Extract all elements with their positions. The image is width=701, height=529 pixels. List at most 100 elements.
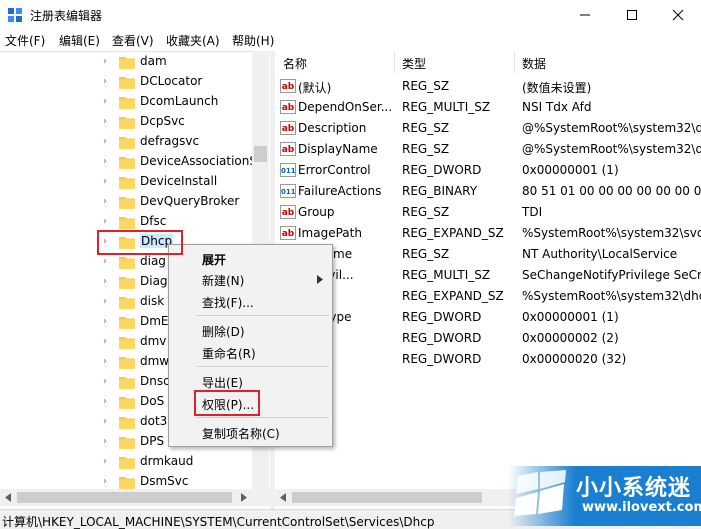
folder-icon — [119, 177, 135, 189]
tree-item[interactable]: › DCLocator — [0, 72, 252, 92]
value-row[interactable]: 011REG_DWORD0x00000020 (32) — [275, 349, 701, 370]
expand-arrow-icon[interactable]: › — [103, 116, 113, 128]
minimize-button[interactable] — [562, 0, 608, 30]
value-data: NT Authority\LocalService — [522, 247, 678, 261]
menu-edit[interactable]: 编辑(E) — [59, 32, 100, 49]
folder-icon — [119, 437, 135, 449]
column-header-name[interactable]: 名称 — [275, 51, 395, 73]
tree-item[interactable]: › Dfsc — [0, 212, 252, 232]
folder-icon — [119, 397, 135, 409]
scroll-corner — [252, 489, 269, 506]
value-name: (默认) — [298, 81, 332, 95]
value-row[interactable]: ab Description REG_SZ @%SystemRoot%\system3… — [275, 118, 701, 139]
scroll-left-icon[interactable] — [279, 493, 287, 502]
value-data: 0x00000002 (2) — [522, 331, 619, 345]
value-row[interactable]: ab DisplayName REG_SZ @%SystemRoot%\system3… — [275, 139, 701, 160]
values-list[interactable]: 名称 类型 数据 ab (默认) REG_SZ (数值未设置) ab DependOnSe… — [275, 51, 701, 489]
string-value-icon: ab — [280, 121, 296, 135]
value-row[interactable]: ab DependOnSer... REG_MULTI_SZ NSI Tdx Afd — [275, 97, 701, 118]
maximize-icon — [627, 10, 637, 20]
tree-item[interactable]: › DeviceAssociationS — [0, 152, 257, 172]
expand-arrow-icon[interactable]: › — [103, 136, 113, 148]
column-header-data[interactable]: 数据 — [515, 51, 701, 73]
expand-arrow-icon[interactable]: › — [103, 56, 113, 68]
folder-icon — [119, 257, 135, 269]
expand-arrow-icon[interactable]: › — [103, 216, 113, 228]
value-type: REG_DWORD — [402, 352, 482, 366]
current-key-path: 计算机\HKEY_LOCAL_MACHINE\SYSTEM\CurrentCon… — [2, 515, 435, 529]
expand-arrow-icon[interactable]: › — [103, 476, 113, 488]
scroll-left-icon[interactable] — [4, 493, 12, 502]
menu-view[interactable]: 查看(V) — [112, 32, 154, 49]
value-row[interactable]: 011REG_DWORD0x00000002 (2) — [275, 328, 701, 349]
value-row[interactable]: 011 FailureActions REG_BINARY 80 51 01 00 0… — [275, 181, 701, 202]
folder-icon — [119, 57, 135, 69]
menu-item-export[interactable]: 导出(E) — [202, 374, 243, 391]
scroll-thumb[interactable] — [292, 492, 482, 503]
expand-arrow-icon[interactable]: › — [103, 356, 113, 368]
expand-arrow-icon[interactable]: › — [103, 376, 113, 388]
value-data: NSI Tdx Afd — [522, 100, 592, 114]
expand-arrow-icon[interactable]: › — [103, 416, 113, 428]
tree-item[interactable]: › DcomLaunch — [0, 92, 252, 112]
value-row[interactable]: 011 ErrorControl REG_DWORD 0x00000001 (1) — [275, 160, 701, 181]
menu-item-find[interactable]: 查找(F)... — [202, 294, 254, 311]
close-button[interactable] — [655, 0, 701, 30]
tree-horizontal-scrollbar[interactable] — [0, 489, 270, 506]
expand-arrow-icon[interactable]: › — [103, 396, 113, 408]
value-data: @%SystemRoot%\system32\dh — [522, 142, 701, 156]
value-name: ErrorControl — [298, 163, 371, 177]
string-value-icon: ab — [280, 79, 296, 93]
expand-arrow-icon[interactable]: › — [103, 276, 113, 288]
expand-arrow-icon[interactable]: › — [103, 296, 113, 308]
menu-item-copy-key-name[interactable]: 复制项名称(C) — [202, 425, 280, 442]
value-type: REG_MULTI_SZ — [402, 268, 491, 282]
value-name: ImagePath — [298, 226, 362, 240]
expand-arrow-icon[interactable]: › — [103, 436, 113, 448]
tree-item-label: disk — [140, 294, 165, 308]
expand-arrow-icon[interactable]: › — [103, 196, 113, 208]
menu-item-new[interactable]: 新建(N) — [202, 272, 244, 289]
tree-item[interactable]: › DevQueryBroker — [0, 192, 252, 212]
tree-item[interactable]: › dam — [0, 52, 252, 72]
folder-icon — [119, 197, 135, 209]
watermark-logo-icon — [514, 470, 566, 516]
menu-item-delete[interactable]: 删除(D) — [202, 323, 245, 340]
tree-item[interactable]: › drmkaud — [0, 452, 252, 472]
value-type: REG_EXPAND_SZ — [402, 289, 504, 303]
value-type: REG_SZ — [402, 142, 450, 156]
scroll-thumb[interactable] — [17, 492, 232, 503]
value-row[interactable]: ab Group REG_SZ TDI — [275, 202, 701, 223]
expand-arrow-icon[interactable]: › — [103, 336, 113, 348]
menu-item-expand[interactable]: 展开 — [202, 251, 226, 268]
tree-item[interactable]: › DcpSvc — [0, 112, 252, 132]
value-row[interactable]: abectNameREG_SZNT Authority\LocalService — [275, 244, 701, 265]
tree-item[interactable]: › DeviceInstall — [0, 172, 252, 192]
tree-item[interactable]: › defragsvc — [0, 132, 252, 152]
value-row[interactable]: abeDllREG_EXPAND_SZ%SystemRoot%\system32… — [275, 286, 701, 307]
value-row[interactable]: 011eSidTypeREG_DWORD0x00000001 (1) — [275, 307, 701, 328]
scroll-thumb[interactable] — [254, 146, 267, 162]
expand-arrow-icon[interactable]: › — [103, 96, 113, 108]
menu-favorites[interactable]: 收藏夹(A) — [166, 32, 220, 49]
expand-arrow-icon[interactable]: › — [103, 76, 113, 88]
expand-arrow-icon[interactable]: › — [103, 176, 113, 188]
value-row[interactable]: ab (默认) REG_SZ (数值未设置) — [275, 76, 701, 97]
expand-arrow-icon[interactable]: › — [103, 456, 113, 468]
menu-item-rename[interactable]: 重命名(R) — [202, 345, 256, 362]
expand-arrow-icon[interactable]: › — [103, 316, 113, 328]
expand-arrow-icon[interactable]: › — [103, 156, 113, 168]
scroll-right-icon[interactable] — [240, 493, 248, 502]
maximize-button[interactable] — [609, 0, 655, 30]
expand-arrow-icon[interactable]: › — [103, 256, 113, 268]
value-type: REG_SZ — [402, 247, 450, 261]
menu-file[interactable]: 文件(F) — [5, 32, 45, 49]
value-data: %SystemRoot%\system32\dhcp — [522, 289, 701, 303]
value-type: REG_DWORD — [402, 331, 482, 345]
column-header-type[interactable]: 类型 — [395, 51, 515, 73]
menu-help[interactable]: 帮助(H) — [232, 32, 274, 49]
tree-item-label: dot3 — [140, 414, 168, 428]
binary-value-icon: 011 — [280, 184, 296, 198]
value-row[interactable]: abedPrivil...REG_MULTI_SZSeChangeNotifyP… — [275, 265, 701, 286]
value-row[interactable]: ab ImagePath REG_EXPAND_SZ %SystemRoot%\sys… — [275, 223, 701, 244]
